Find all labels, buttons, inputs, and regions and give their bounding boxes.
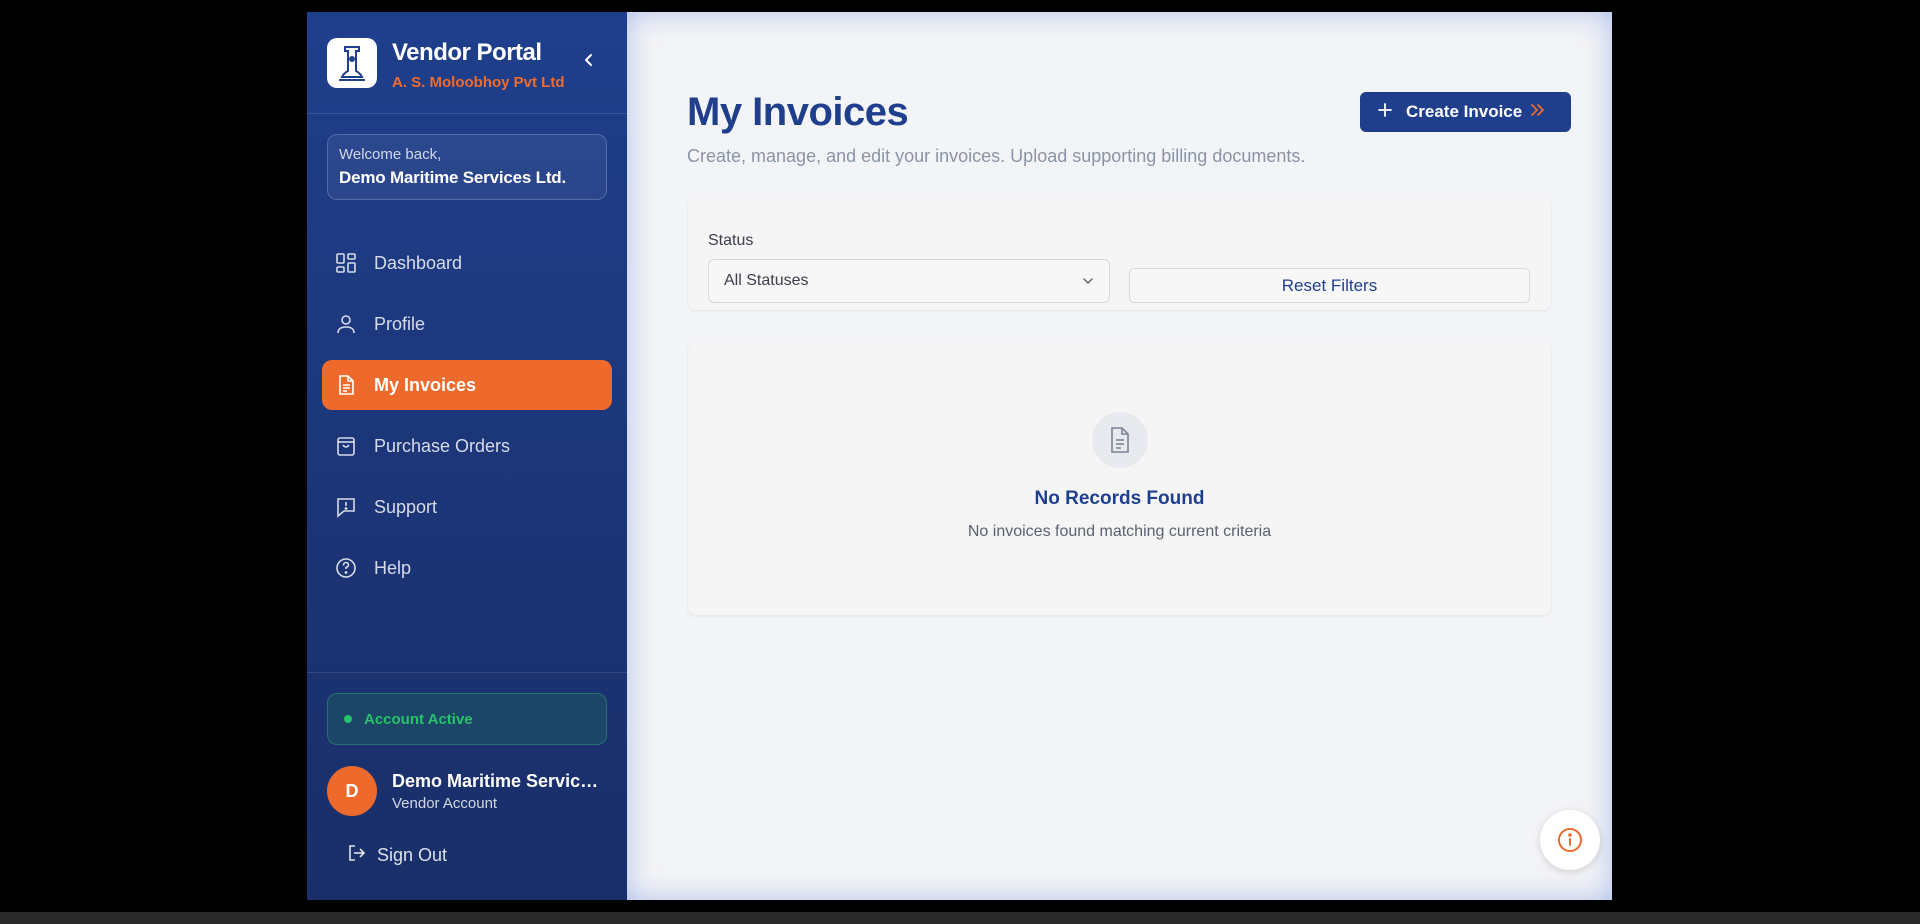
empty-state-panel: No Records Found No invoices found match… — [688, 343, 1551, 615]
collapse-sidebar-button[interactable] — [575, 46, 603, 74]
welcome-card: Welcome back, Demo Maritime Services Ltd… — [327, 134, 607, 200]
dashboard-icon — [334, 251, 358, 275]
status-select-value: All Statuses — [724, 272, 809, 289]
sidebar-item-profile[interactable]: Profile — [322, 299, 612, 349]
sidebar-nav: Dashboard Profile My Invoices Purchase O… — [322, 238, 612, 604]
sidebar-item-label: Support — [374, 496, 438, 517]
chevrons-right-icon — [1530, 102, 1546, 122]
sidebar-item-help[interactable]: Help — [322, 543, 612, 593]
sidebar-item-label: Help — [374, 557, 412, 578]
page-title: My Invoices — [687, 90, 909, 134]
app-window: Vendor Portal A. S. Moloobhoy Pvt Ltd We… — [307, 12, 1612, 900]
user-icon — [334, 312, 358, 336]
sidebar-item-label: My Invoices — [374, 374, 477, 395]
sidebar-item-support[interactable]: Support — [322, 482, 612, 532]
status-select[interactable]: All Statuses — [708, 259, 1110, 303]
taskbar — [0, 912, 1920, 924]
main-content: My Invoices Create, manage, and edit you… — [627, 12, 1612, 900]
info-button[interactable] — [1540, 810, 1600, 870]
sidebar-item-label: Purchase Orders — [374, 435, 511, 456]
user-name: Demo Maritime Services Ltd. — [392, 770, 607, 791]
company-logo — [327, 38, 377, 88]
status-filter-label: Status — [708, 232, 754, 249]
user-profile[interactable]: D Demo Maritime Services Ltd. Vendor Acc… — [327, 765, 617, 817]
page-subtitle: Create, manage, and edit your invoices. … — [687, 146, 1306, 166]
sidebar-item-dashboard[interactable]: Dashboard — [322, 238, 612, 288]
divider — [307, 113, 627, 114]
account-status-badge: Account Active — [327, 693, 607, 745]
document-icon — [334, 373, 358, 397]
brand-title: Vendor Portal — [392, 39, 542, 66]
divider — [307, 672, 627, 673]
brand-header: Vendor Portal A. S. Moloobhoy Pvt Ltd — [327, 38, 617, 94]
user-role: Vendor Account — [392, 794, 498, 812]
create-invoice-label: Create Invoice — [1406, 102, 1523, 121]
status-dot-icon — [344, 715, 352, 723]
welcome-name: Demo Maritime Services Ltd. — [339, 168, 567, 187]
avatar: D — [327, 766, 377, 816]
reset-filters-button[interactable]: Reset Filters — [1129, 268, 1530, 303]
filter-panel: Status All Statuses Reset Filters — [688, 198, 1551, 310]
log-out-icon — [347, 843, 367, 868]
file-text-icon — [1092, 412, 1148, 468]
account-status-label: Account Active — [364, 710, 473, 728]
brand-subtitle: A. S. Moloobhoy Pvt Ltd — [392, 74, 565, 91]
help-circle-icon — [334, 556, 358, 580]
chevron-down-icon — [1081, 274, 1095, 293]
sign-out-button[interactable]: Sign Out — [347, 843, 447, 868]
shopping-bag-icon — [334, 434, 358, 458]
sidebar: Vendor Portal A. S. Moloobhoy Pvt Ltd We… — [307, 12, 627, 900]
sidebar-item-label: Dashboard — [374, 252, 463, 273]
create-invoice-button[interactable]: Create Invoice — [1360, 92, 1571, 132]
sidebar-item-label: Profile — [374, 313, 426, 334]
welcome-label: Welcome back, — [339, 146, 442, 163]
empty-state-message: No invoices found matching current crite… — [967, 523, 1272, 540]
chevron-left-icon — [585, 54, 592, 66]
sidebar-item-purchase-orders[interactable]: Purchase Orders — [322, 421, 612, 471]
info-icon — [1558, 828, 1582, 852]
sidebar-item-my-invoices[interactable]: My Invoices — [322, 360, 612, 410]
plus-icon — [1378, 102, 1392, 122]
message-alert-icon — [334, 495, 358, 519]
empty-state-title: No Records Found — [1034, 488, 1205, 509]
sign-out-label: Sign Out — [377, 845, 448, 865]
